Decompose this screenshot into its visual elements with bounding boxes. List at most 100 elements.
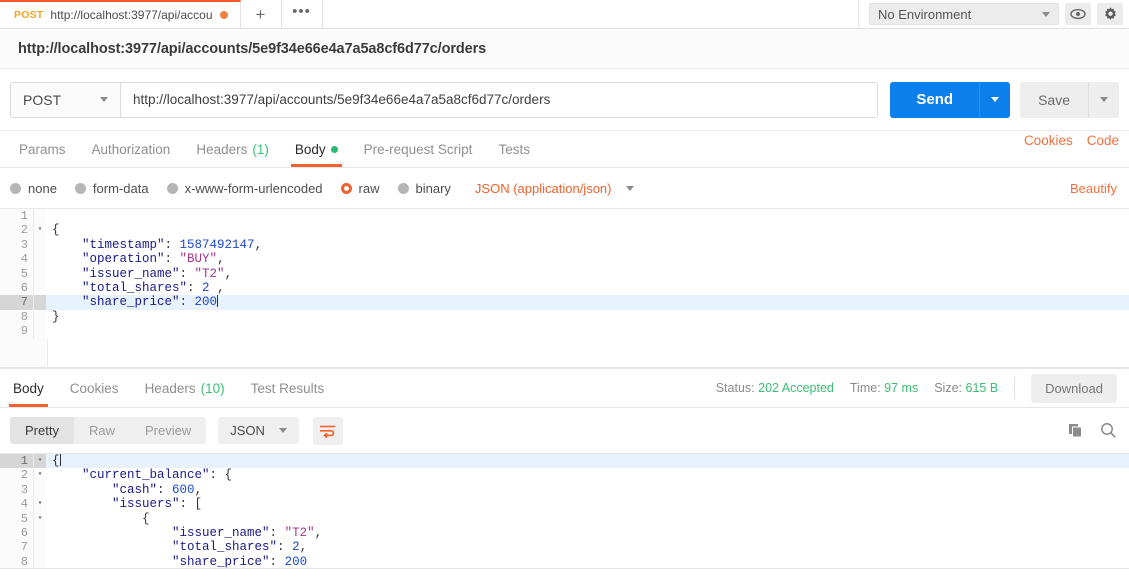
request-body-editor[interactable]: 1 2 ▾{3 "timestamp": 1587492147, 4 "operati…: [0, 208, 1129, 368]
word-wrap-button[interactable]: [312, 416, 343, 445]
code-line[interactable]: 4 ▾ "issuers": [: [0, 497, 1129, 512]
fold-toggle-icon[interactable]: ▾: [34, 511, 46, 526]
copy-icon[interactable]: [1068, 423, 1084, 439]
code-line[interactable]: 1 ▾ {: [0, 454, 1129, 469]
fold-spacer: [34, 237, 46, 253]
chevron-down-icon: [100, 97, 108, 102]
fold-toggle-icon[interactable]: ▾: [34, 454, 46, 469]
request-tab-body[interactable]: Body: [282, 131, 351, 167]
code-link[interactable]: Code: [1087, 133, 1119, 148]
code-line[interactable]: 8 "share_price": 200: [0, 554, 1129, 569]
token-p: ,: [224, 266, 233, 281]
save-options-button[interactable]: [1088, 81, 1119, 118]
response-tab-test-results[interactable]: Test Results: [238, 369, 338, 407]
body-type-raw[interactable]: raw: [340, 181, 380, 196]
fold-toggle-icon[interactable]: ▾: [34, 468, 46, 483]
body-type-binary[interactable]: binary: [397, 181, 451, 196]
save-button[interactable]: Save: [1020, 81, 1088, 118]
send-options-button[interactable]: [979, 81, 1011, 118]
code-text: "share_price": 200: [46, 295, 219, 309]
code-text: "issuers": [: [46, 497, 202, 511]
environment-select[interactable]: No Environment: [869, 3, 1059, 25]
code-line[interactable]: 1: [0, 209, 1129, 224]
response-format-select[interactable]: JSON: [218, 417, 299, 444]
body-type-none[interactable]: none: [10, 181, 57, 196]
beautify-link[interactable]: Beautify: [1070, 181, 1117, 196]
token-k: "total_shares": [52, 540, 278, 555]
response-tab-body[interactable]: Body: [0, 369, 57, 407]
token-p: ,: [209, 280, 225, 295]
request-tab-params[interactable]: Params: [6, 131, 79, 167]
code-line[interactable]: 2 ▾ "current_balance": {: [0, 468, 1129, 483]
settings-button[interactable]: [1097, 3, 1123, 25]
token-k: "share_price": [52, 554, 270, 569]
request-tab[interactable]: POST http://localhost:3977/api/accou: [0, 0, 241, 28]
token-p: : {: [209, 468, 233, 483]
response-tab-headers[interactable]: Headers (10): [132, 369, 238, 407]
editor-empty-area[interactable]: [0, 338, 1129, 367]
view-mode-pretty[interactable]: Pretty: [10, 417, 74, 444]
fold-toggle-icon[interactable]: ▾: [34, 223, 46, 238]
radio-label: form-data: [92, 180, 149, 196]
send-button[interactable]: Send: [890, 81, 980, 118]
line-number: 7: [0, 540, 34, 555]
line-number: 2: [0, 223, 34, 238]
body-type-form-data[interactable]: form-data: [74, 180, 149, 196]
fold-spacer: [34, 280, 46, 296]
text-cursor: [217, 295, 219, 308]
code-line[interactable]: 7 "total_shares": 2,: [0, 540, 1129, 555]
time-value: 97 ms: [884, 381, 919, 395]
code-line[interactable]: 5 "issuer_name": "T2",: [0, 266, 1129, 281]
token-k: "issuer_name": [52, 525, 270, 540]
radio-button[interactable]: [397, 182, 409, 194]
code-line[interactable]: 8}: [0, 309, 1129, 325]
tab-label: Params: [19, 141, 66, 157]
code-line[interactable]: 9: [0, 324, 1129, 339]
token-k: "total_shares": [52, 280, 188, 295]
fold-toggle-icon[interactable]: ▾: [34, 497, 46, 512]
code-line[interactable]: 5 ▾ {: [0, 511, 1129, 526]
download-button[interactable]: Download: [1031, 373, 1117, 403]
request-tab-authorization[interactable]: Authorization: [79, 131, 184, 167]
tab-strip-spacer: [322, 0, 858, 28]
http-method-select[interactable]: POST: [10, 81, 120, 118]
tab-options-button[interactable]: •••: [281, 0, 323, 28]
fold-spacer: [34, 482, 46, 498]
content-type-select[interactable]: JSON (application/json): [469, 181, 635, 196]
text-cursor: [59, 454, 61, 466]
status-group: Status: 202 Accepted: [716, 381, 834, 395]
body-type-x-www-form-urlencoded[interactable]: x-www-form-urlencoded: [166, 181, 323, 196]
code-line[interactable]: 3 "timestamp": 1587492147,: [0, 237, 1129, 253]
environment-quick-look-button[interactable]: [1065, 3, 1091, 25]
code-line[interactable]: 3 "cash": 600,: [0, 482, 1129, 498]
fold-spacer: [34, 525, 46, 541]
fold-spacer: [34, 266, 46, 281]
radio-button[interactable]: [340, 182, 352, 194]
code-line[interactable]: 2 ▾ {: [0, 223, 1129, 238]
view-mode-raw[interactable]: Raw: [74, 417, 130, 444]
view-mode-preview[interactable]: Preview: [130, 417, 206, 444]
response-body-editor[interactable]: 1 ▾{2 ▾ "current_balance": {3 "cash": 600,…: [0, 453, 1129, 569]
request-tab-headers[interactable]: Headers (1): [183, 131, 282, 167]
request-tab-tests[interactable]: Tests: [485, 131, 543, 167]
tab-label: Tests: [498, 141, 530, 157]
url-bar: POST http://localhost:3977/api/accounts/…: [0, 69, 1129, 131]
body-type-options: none form-data x-www-form-urlencoded raw bin…: [10, 180, 635, 196]
code-line[interactable]: 6 "issuer_name": "T2",: [0, 525, 1129, 541]
radio-button[interactable]: [166, 182, 178, 194]
token-k: "timestamp": [52, 237, 165, 252]
code-text: "issuer_name": "T2",: [46, 526, 322, 540]
search-icon[interactable]: [1100, 422, 1117, 439]
line-number: 6: [0, 280, 34, 296]
code-line[interactable]: 4 "operation": "BUY",: [0, 252, 1129, 267]
response-tab-cookies[interactable]: Cookies: [57, 369, 132, 407]
code-line[interactable]: 7 "share_price": 200: [0, 295, 1129, 310]
code-line[interactable]: 6 "total_shares": 2 ,: [0, 280, 1129, 296]
new-tab-button[interactable]: +: [240, 0, 282, 28]
request-url-input[interactable]: http://localhost:3977/api/accounts/5e9f3…: [120, 81, 879, 118]
chevron-down-icon: [1100, 97, 1108, 102]
request-tab-pre-request-script[interactable]: Pre-request Script: [351, 131, 486, 167]
radio-button[interactable]: [74, 182, 86, 194]
cookies-link[interactable]: Cookies: [1024, 133, 1073, 148]
radio-button[interactable]: [10, 182, 21, 194]
